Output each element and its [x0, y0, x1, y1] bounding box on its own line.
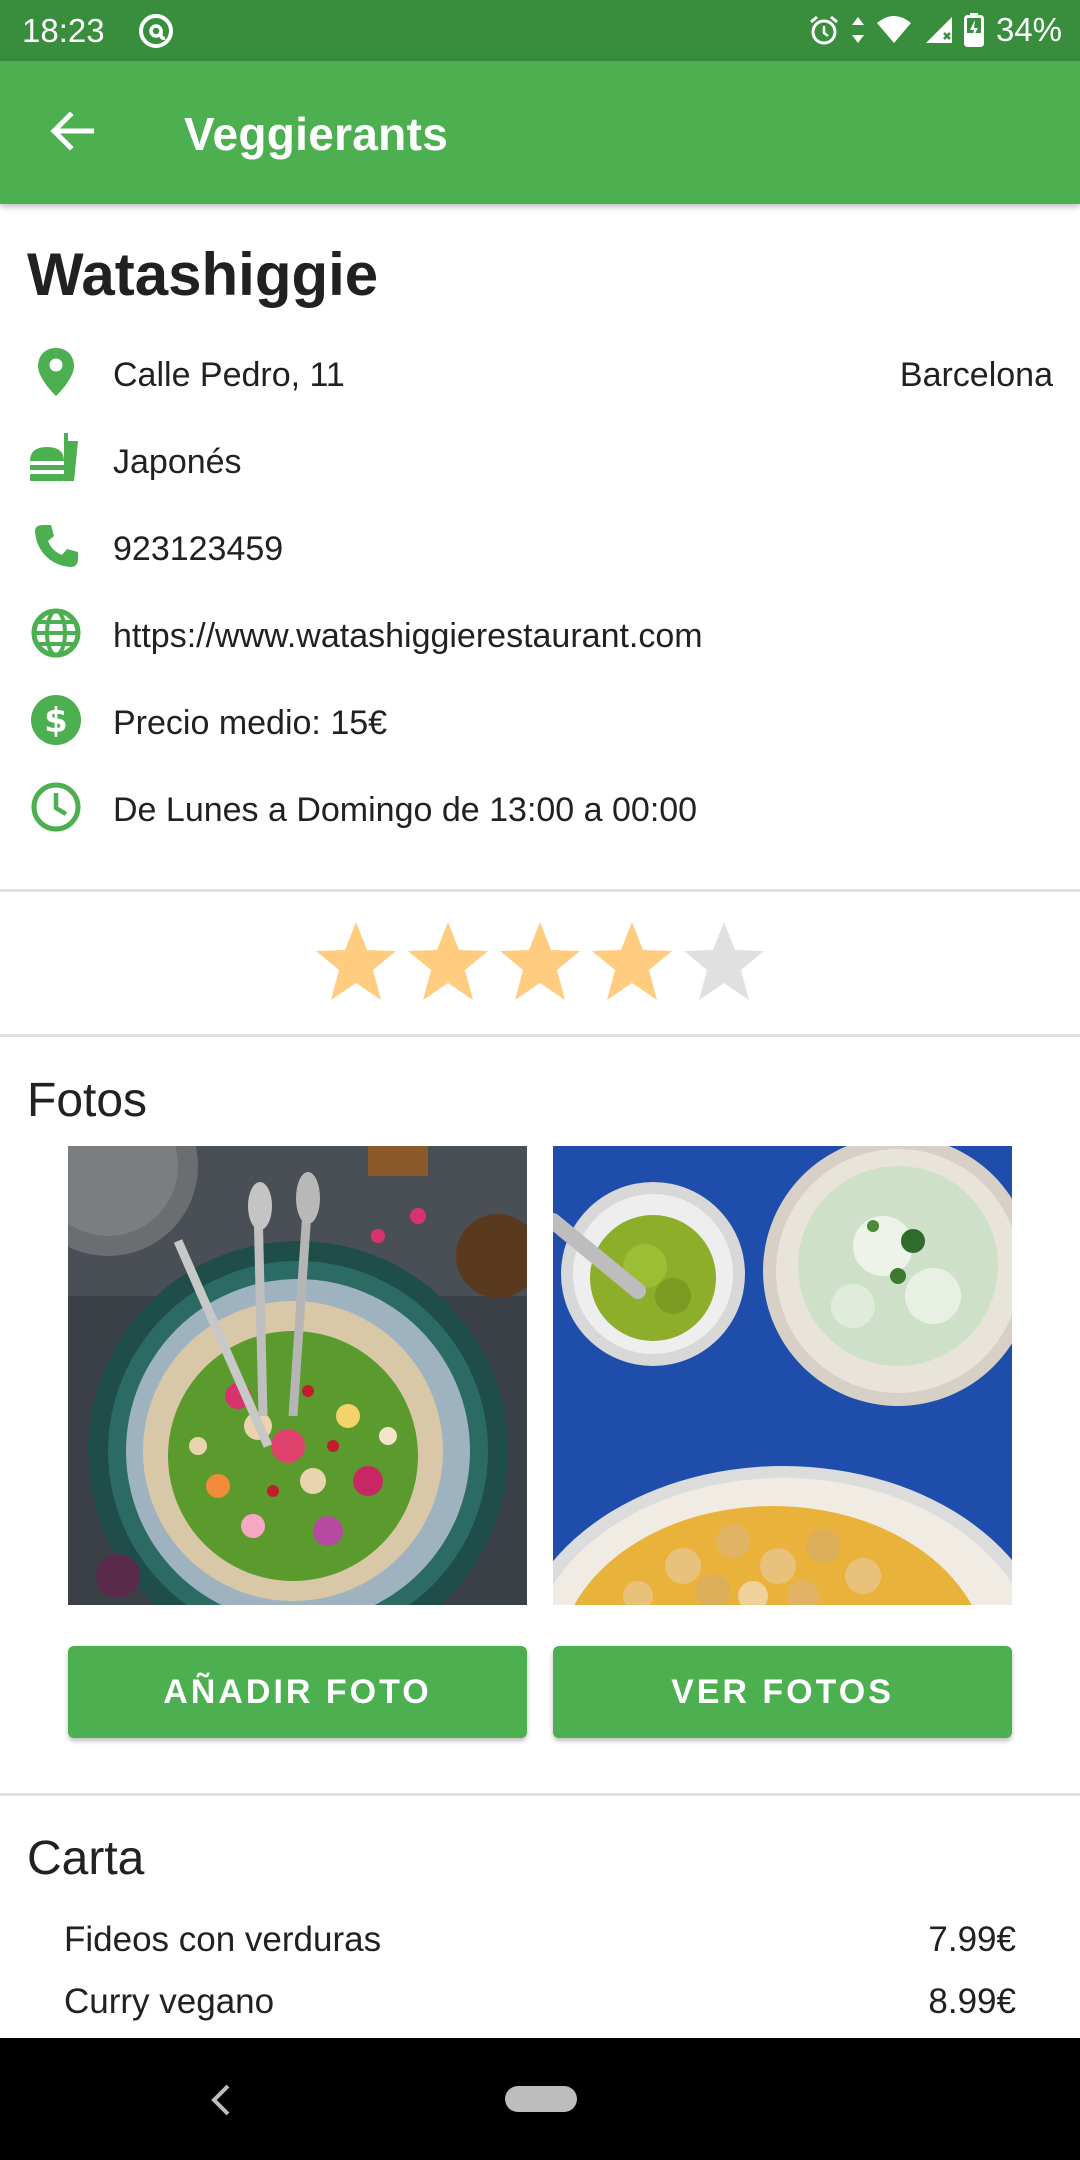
phone-row[interactable]: 923123459 — [0, 508, 1080, 588]
star-empty-icon[interactable] — [684, 920, 764, 1004]
battery-charging-icon — [963, 13, 984, 47]
back-button[interactable] — [40, 101, 104, 165]
rating-bar[interactable] — [0, 920, 1080, 1010]
city-text: Barcelona — [899, 356, 1053, 394]
nav-home-pill[interactable] — [505, 2086, 577, 2112]
status-time: 18:23 — [22, 12, 105, 49]
divider — [0, 1034, 1080, 1037]
price-text: Precio medio: 15€ — [113, 704, 388, 742]
alarm-icon — [808, 14, 840, 46]
phone-text: 923123459 — [113, 530, 284, 568]
star-icon[interactable] — [592, 920, 672, 1004]
food-photo-salad[interactable] — [68, 1146, 527, 1605]
menu-item-price: 7.99€ — [928, 1920, 1016, 1959]
at-icon — [138, 13, 174, 49]
menu-item-price: 8.99€ — [928, 1982, 1016, 2021]
star-icon[interactable] — [316, 920, 396, 1004]
arrow-back-icon — [50, 110, 95, 156]
photos-title: Fotos — [27, 1074, 148, 1127]
location-pin-icon — [28, 344, 84, 400]
hours-row: De Lunes a Domingo de 13:00 a 00:00 — [0, 769, 1080, 849]
cuisine-row: Japonés — [0, 421, 1080, 501]
battery-percent: 34% — [995, 11, 1062, 48]
website-text: https://www.watashiggierestaurant.com — [113, 617, 703, 655]
restaurant-name: Watashiggie — [27, 241, 379, 308]
data-arrows-icon — [850, 15, 866, 45]
menu-item: Fideos con verduras 7.99€ — [0, 1912, 1080, 1972]
status-bar: 18:23 34% — [0, 0, 1080, 61]
signal-icon — [922, 15, 954, 45]
food-photo-dips[interactable] — [553, 1146, 1012, 1605]
star-icon[interactable] — [408, 920, 488, 1004]
svg-text:$: $ — [44, 701, 68, 741]
price-row: $ Precio medio: 15€ — [0, 682, 1080, 762]
fastfood-icon — [28, 431, 84, 487]
status-icons: 34% — [808, 11, 1062, 49]
view-photos-button[interactable]: VER FOTOS — [553, 1646, 1012, 1738]
menu-title: Carta — [27, 1832, 145, 1885]
address-text: Calle Pedro, 11 — [113, 356, 345, 394]
star-icon[interactable] — [500, 920, 580, 1004]
hours-text: De Lunes a Domingo de 13:00 a 00:00 — [113, 791, 698, 829]
navigation-bar — [0, 2038, 1080, 2160]
app-bar: Veggierants — [0, 61, 1080, 204]
website-row[interactable]: https://www.watashiggierestaurant.com — [0, 595, 1080, 675]
nav-back-icon[interactable] — [206, 2082, 234, 2118]
cuisine-text: Japonés — [113, 443, 242, 481]
divider — [0, 889, 1080, 892]
menu-item: Curry vegano 8.99€ — [0, 1974, 1080, 2034]
menu-item-name: Fideos con verduras — [64, 1920, 382, 1959]
dollar-icon: $ — [28, 692, 84, 748]
add-photo-button[interactable]: AÑADIR FOTO — [68, 1646, 527, 1738]
globe-icon — [28, 605, 84, 661]
phone-icon — [28, 518, 84, 574]
wifi-icon — [876, 15, 912, 45]
app-title: Veggierants — [184, 108, 449, 160]
address-row: Calle Pedro, 11 Barcelona — [0, 334, 1080, 414]
menu-item-name: Curry vegano — [64, 1982, 275, 2021]
divider — [0, 1793, 1080, 1796]
clock-icon — [28, 779, 84, 835]
